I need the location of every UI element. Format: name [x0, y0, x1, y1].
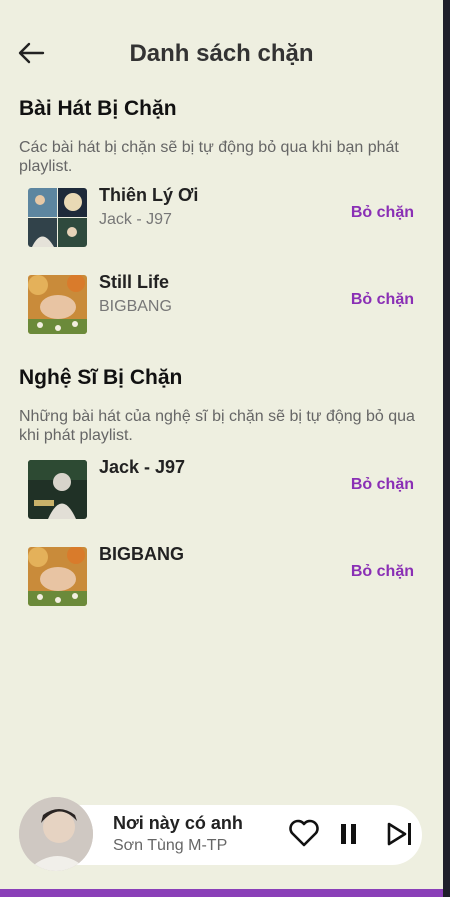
artist-name: BIGBANG: [99, 544, 184, 564]
like-button[interactable]: [288, 818, 320, 853]
bottom-accent-bar: [0, 889, 443, 897]
now-playing-cover: [19, 797, 93, 871]
blocked-artist-row: Jack - J97 Bỏ chặn: [0, 457, 443, 523]
artist-name: Jack - J97: [99, 457, 186, 477]
song-cover-image: [28, 275, 87, 334]
now-playing-title: Nơi này có anh: [113, 813, 243, 833]
header: Danh sách chặn: [0, 30, 443, 78]
skip-next-icon: [387, 822, 411, 846]
artist-image: [28, 460, 87, 519]
unblock-button[interactable]: Bỏ chặn: [351, 476, 414, 494]
unblock-button[interactable]: Bỏ chặn: [351, 563, 414, 581]
blocked-artists-title: Nghệ Sĩ Bị Chặn: [19, 366, 183, 389]
blocked-songs-title: Bài Hát Bị Chặn: [19, 97, 177, 120]
song-cover-image: [28, 188, 87, 247]
pause-icon: [341, 824, 356, 844]
heart-icon: [289, 819, 319, 847]
pause-button[interactable]: [338, 822, 360, 851]
artist-image: [28, 547, 87, 606]
blocked-songs-description: Các bài hát bị chặn sẽ bị tự động bỏ qua…: [19, 139, 399, 175]
blocked-artists-description: Những bài hát của nghệ sĩ bị chặn sẽ bị …: [19, 408, 415, 444]
song-name: Still Life: [99, 272, 170, 292]
next-button[interactable]: [385, 820, 415, 853]
song-artist: BIGBANG: [99, 298, 172, 315]
unblock-button[interactable]: Bỏ chặn: [351, 204, 414, 222]
song-name: Thiên Lý Ơi: [99, 185, 199, 205]
song-artist: Jack - J97: [99, 211, 172, 228]
blocked-song-row: Still Life BIGBANG Bỏ chặn: [0, 272, 443, 338]
blocked-artist-row: BIGBANG Bỏ chặn: [0, 544, 443, 610]
unblock-button[interactable]: Bỏ chặn: [351, 291, 414, 309]
page-title: Danh sách chặn: [129, 40, 314, 67]
blocked-song-row: Thiên Lý Ơi Jack - J97 Bỏ chặn: [0, 185, 443, 251]
now-playing-artist: Sơn Tùng M-TP: [113, 837, 228, 854]
window-edge: [443, 0, 450, 897]
